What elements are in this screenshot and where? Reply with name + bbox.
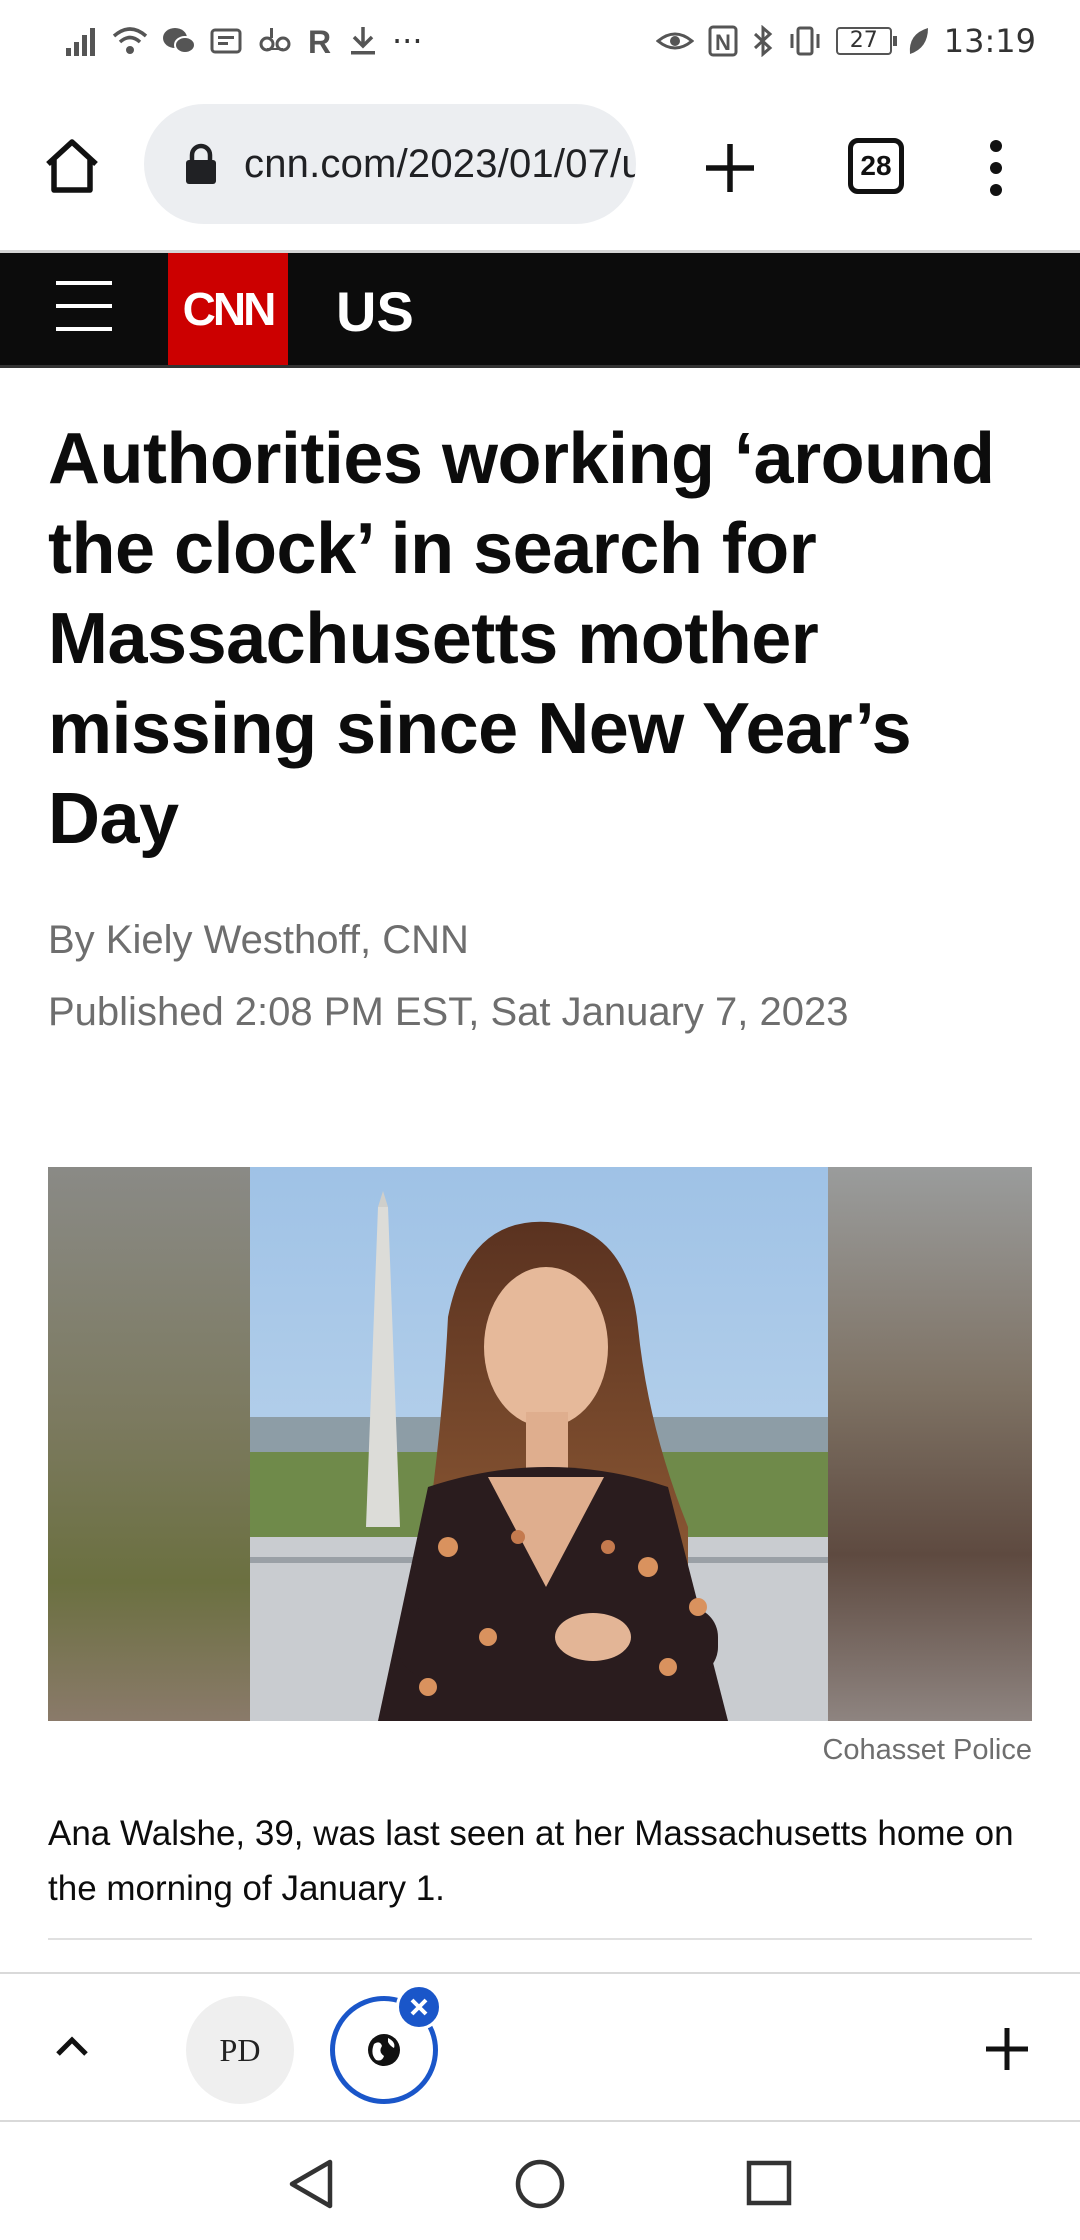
photo-caption: Ana Walshe, 39, was last seen at her Mas… — [48, 1814, 1014, 1908]
globe-icon — [368, 2034, 400, 2066]
message-icon — [210, 28, 242, 54]
system-navigation-bar — [0, 2122, 1080, 2240]
tab-strip: PD — [0, 1972, 1080, 2122]
add-tab-icon[interactable] — [984, 2026, 1030, 2072]
svg-text:N: N — [715, 30, 731, 55]
r-app-icon: R — [308, 25, 331, 57]
url-text: cnn.com/2023/01/07/us/ana-walshe — [244, 141, 636, 186]
nfc-icon: N — [708, 25, 738, 57]
chevron-up-icon[interactable] — [52, 2030, 92, 2060]
recent-apps-icon[interactable] — [746, 2160, 792, 2206]
lock-icon — [186, 143, 216, 184]
close-icon — [410, 1998, 428, 2016]
wechat-icon — [163, 28, 196, 54]
new-tab-button[interactable] — [700, 138, 760, 198]
battery-indicator: 27 — [835, 27, 897, 55]
article-headline: Authorities working ‘around the clock’ i… — [48, 419, 995, 859]
svg-text:R: R — [308, 25, 331, 57]
home-button[interactable] — [40, 134, 104, 198]
signal-icon — [66, 28, 95, 56]
article-byline: By Kiely Westhoff, CNN — [48, 918, 469, 962]
home-circle-icon[interactable] — [514, 2158, 566, 2210]
close-tab-icon[interactable] — [396, 1984, 442, 2030]
more-menu-icon[interactable] — [986, 138, 1006, 198]
tab-pd[interactable]: PD — [186, 1996, 294, 2104]
photo-illustration — [48, 1167, 1032, 1721]
article-published-date: Published 2:08 PM EST, Sat January 7, 20… — [48, 990, 849, 1034]
section-divider — [48, 1938, 1032, 1940]
status-right-icons: N 27 13:19 — [655, 22, 1036, 60]
status-bar: R ··· N 27 13:19 — [0, 0, 1080, 82]
download-icon — [351, 27, 375, 55]
power-saving-leaf-icon — [909, 28, 928, 54]
status-left-icons: R ··· — [64, 22, 423, 60]
section-label[interactable]: US — [336, 279, 414, 344]
tab-switcher-button[interactable]: 28 — [848, 138, 904, 194]
status-overflow: ··· — [392, 22, 423, 60]
article-photo[interactable] — [48, 1167, 1032, 1721]
address-bar[interactable]: cnn.com/2023/01/07/us/ana-walshe — [144, 104, 636, 224]
site-header: CNN US — [0, 250, 1080, 368]
cnn-logo[interactable]: CNN — [168, 253, 288, 365]
back-icon[interactable] — [286, 2158, 336, 2210]
eye-comfort-icon — [655, 32, 694, 50]
bluetooth-icon — [753, 25, 773, 57]
voicemail-icon — [259, 28, 291, 52]
wifi-icon — [112, 27, 148, 54]
vibrate-icon — [790, 26, 820, 56]
status-time: 13:19 — [943, 22, 1036, 60]
hamburger-menu-icon[interactable] — [56, 281, 112, 335]
browser-toolbar: cnn.com/2023/01/07/us/ana-walshe 28 — [0, 82, 1080, 250]
photo-credit: Cohasset Police — [822, 1734, 1032, 1766]
